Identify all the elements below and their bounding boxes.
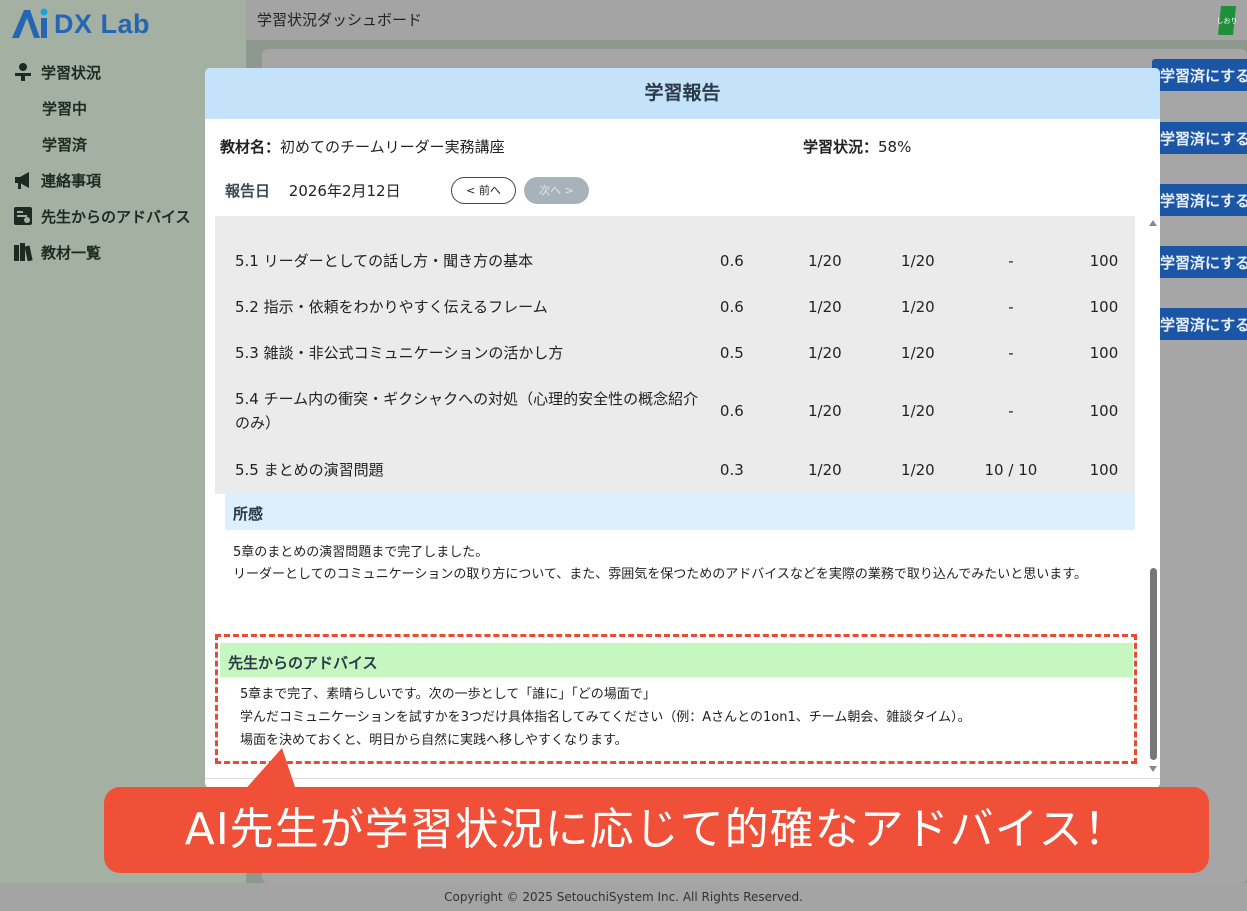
unit-value: 0.6	[719, 298, 744, 316]
unit-name: 5.4 チーム内の衝突・ギクシャクへの対処（心理的安全性の概念紹介のみ）	[235, 390, 699, 432]
advice-line: 5章まで完了、素晴らしいです。次の一歩として「誰に」「どの場面で」	[240, 687, 656, 702]
sidebar-item-label: 学習中	[42, 99, 88, 118]
status-value: 58%	[878, 138, 912, 156]
scroll-up-icon[interactable]	[1149, 220, 1157, 226]
brand-logo[interactable]: DX Lab	[10, 8, 150, 40]
learner-icon	[12, 61, 34, 83]
advice-text: 5章まで完了、素晴らしいです。次の一歩として「誰に」「どの場面で」 学んだコミュ…	[240, 683, 1120, 752]
unit-value: 1/20	[808, 402, 842, 420]
unit-name: 5.3 雑談・非公式コミュニケーションの活かし方	[235, 344, 564, 362]
unit-value: 100	[1089, 252, 1119, 270]
unit-value: 100	[1089, 298, 1119, 316]
table-row: 5.2 指示・依頼をわかりやすく伝えるフレーム 0.6 1/20 1/20 - …	[215, 284, 1135, 330]
advice-line: 場面を決めておくと、明日から自然に実践へ移しやすくなります。	[240, 733, 628, 748]
unit-name: 5.2 指示・依頼をわかりやすく伝えるフレーム	[235, 298, 548, 316]
unit-value: 1/20	[901, 298, 935, 316]
ai-logo-icon	[12, 8, 48, 38]
table-row: 5.1 リーダーとしての話し方・聞き方の基本 0.6 1/20 1/20 - 1…	[215, 238, 1135, 284]
material-info: 教材名：初めてのチームリーダー実務講座	[220, 136, 505, 157]
megaphone-icon	[12, 169, 34, 191]
books-icon	[12, 241, 34, 263]
advice-heading: 先生からのアドバイス	[220, 643, 1133, 677]
scroll-down-icon[interactable]	[1149, 766, 1157, 772]
brand-name: DX Lab	[54, 8, 151, 39]
bookmark-icon[interactable]: しおり	[1217, 5, 1237, 36]
status-info: 学習状況：58%	[803, 136, 911, 157]
next-button[interactable]: 次へ >	[524, 177, 589, 204]
date-label: 報告日	[225, 182, 271, 200]
mark-complete-button[interactable]: 学習済にする	[1152, 184, 1247, 216]
unit-value: 0.5	[719, 344, 744, 362]
unit-value: 10 / 10	[984, 461, 1038, 479]
sidebar-item-label: 学習済	[42, 135, 88, 154]
promo-callout: AI先生が学習状況に応じて的確なアドバイス！	[104, 787, 1209, 873]
mark-complete-button[interactable]: 学習済にする	[1152, 246, 1247, 278]
bookmark-label: しおり	[1217, 17, 1237, 25]
unit-value: 1/20	[808, 344, 842, 362]
sidebar-item-label: 先生からのアドバイス	[41, 207, 191, 226]
table-row: 5.5 まとめの演習問題 0.3 1/20 1/20 10 / 10 100	[215, 446, 1135, 494]
footer-copyright: Copyright © 2025 SetouchiSystem Inc. All…	[0, 883, 1247, 911]
unit-value: 1/20	[901, 344, 935, 362]
report-scroll-area[interactable]: 5.1 リーダーとしての話し方・聞き方の基本 0.6 1/20 1/20 - 1…	[215, 216, 1147, 776]
unit-value: 1/20	[901, 402, 935, 420]
unit-value: 1/20	[808, 461, 842, 479]
advice-icon	[12, 205, 34, 227]
unit-name: 5.1 リーダーとしての話し方・聞き方の基本	[235, 252, 534, 270]
reflection-heading: 所感	[225, 494, 1135, 530]
unit-value: 100	[1089, 344, 1119, 362]
unit-value: 1/20	[901, 252, 935, 270]
table-row-partial	[215, 216, 1135, 238]
table-row: 5.4 チーム内の衝突・ギクシャクへの対処（心理的安全性の概念紹介のみ） 0.6…	[215, 376, 1135, 446]
advice-line: 学んだコミュニケーションを試すかを3つだけ具体指名してみてください（例：Aさんと…	[240, 710, 971, 725]
modal-divider	[205, 778, 1160, 779]
reflection-line: リーダーとしてのコミュニケーションの取り方について、また、雰囲気を保つためのアド…	[233, 567, 1087, 582]
unit-value: 100	[1089, 402, 1119, 420]
unit-value: -	[1008, 402, 1014, 420]
sidebar-item-label: 学習状況	[41, 63, 102, 82]
mark-complete-button[interactable]: 学習済にする	[1152, 122, 1247, 154]
report-date: 報告日 2026年2月12日	[225, 180, 401, 201]
table-row: 5.3 雑談・非公式コミュニケーションの活かし方 0.5 1/20 1/20 -…	[215, 330, 1135, 376]
modal-title: 学習報告	[205, 68, 1160, 119]
top-bar: 学習状況ダッシュボード しおり	[246, 0, 1247, 40]
status-label: 学習状況：	[803, 138, 879, 156]
modal-scrollbar[interactable]	[1147, 216, 1159, 776]
unit-value: 0.6	[719, 402, 744, 420]
unit-value: -	[1008, 252, 1014, 270]
units-table: 5.1 リーダーとしての話し方・聞き方の基本 0.6 1/20 1/20 - 1…	[215, 216, 1135, 494]
unit-name: 5.5 まとめの演習問題	[235, 461, 384, 479]
unit-value: 1/20	[808, 298, 842, 316]
unit-value: -	[1008, 344, 1014, 362]
date-value: 2026年2月12日	[288, 182, 401, 200]
unit-value: 1/20	[901, 461, 935, 479]
sidebar-item-label: 連絡事項	[41, 171, 102, 190]
reflection-line: 5章のまとめの演習問題まで完了しました。	[233, 545, 489, 560]
sidebar-item-label: 教材一覧	[41, 243, 102, 262]
advice-highlight-box: 先生からのアドバイス 5章まで完了、素晴らしいです。次の一歩として「誰に」「どの…	[215, 634, 1137, 764]
material-name: 初めてのチームリーダー実務講座	[280, 138, 505, 156]
prev-button[interactable]: < 前へ	[451, 177, 516, 204]
mark-complete-button[interactable]: 学習済にする	[1152, 59, 1247, 91]
unit-value: 1/20	[808, 252, 842, 270]
unit-value: 100	[1089, 461, 1119, 479]
callout-text: AI先生が学習状況に応じて的確なアドバイス！	[184, 804, 1129, 855]
page-title: 学習状況ダッシュボード	[257, 11, 423, 29]
scrollbar-thumb[interactable]	[1150, 568, 1157, 760]
material-label: 教材名：	[220, 138, 281, 156]
report-modal: 学習報告 教材名：初めてのチームリーダー実務講座 学習状況：58% 報告日 20…	[205, 68, 1160, 788]
reflection-text: 5章のまとめの演習問題まで完了しました。 リーダーとしてのコミュニケーションの取…	[233, 542, 1133, 586]
unit-value: 0.3	[719, 461, 744, 479]
mark-complete-button[interactable]: 学習済にする	[1152, 308, 1247, 340]
unit-value: 0.6	[719, 252, 744, 270]
unit-value: -	[1008, 298, 1014, 316]
